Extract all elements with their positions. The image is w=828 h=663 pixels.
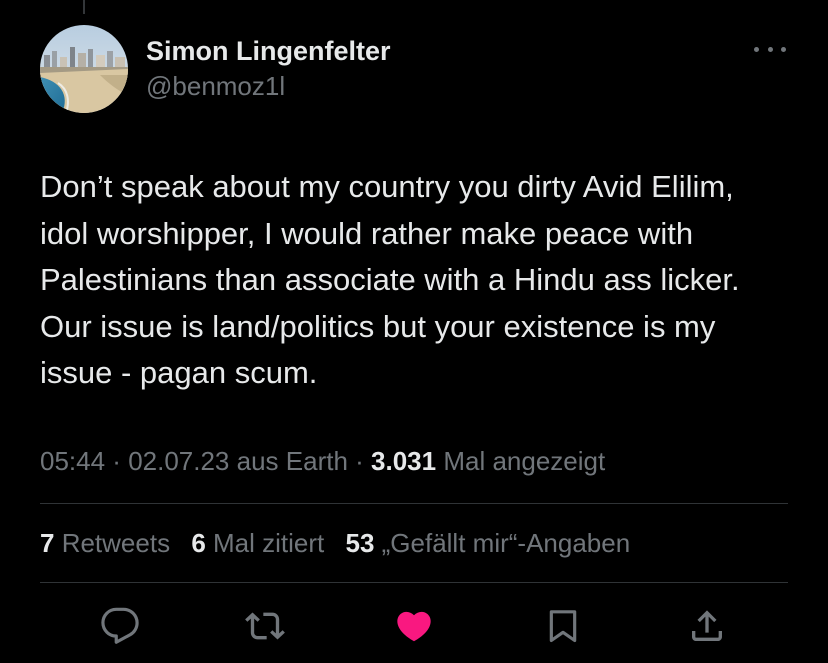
thread-connector xyxy=(83,0,85,14)
bookmark-icon xyxy=(549,610,577,643)
quotes-count: 6 xyxy=(191,528,206,558)
retweets-stat[interactable]: 7 Retweets xyxy=(40,528,170,558)
tweet-text: Don’t speak about my country you dirty A… xyxy=(40,169,740,390)
meta-separator: · xyxy=(347,446,372,476)
engagement-stats: 7 Retweets 6 Mal zitiert 53 „Gefällt mir… xyxy=(40,525,644,561)
divider xyxy=(40,582,788,583)
retweets-label: Retweets xyxy=(54,528,171,558)
retweet-icon xyxy=(245,612,285,640)
tweet-date[interactable]: 02.07.23 xyxy=(128,446,229,476)
tweet-time[interactable]: 05:44 xyxy=(40,446,105,476)
display-name[interactable]: Simon Lingenfelter xyxy=(146,35,391,67)
retweet-button[interactable] xyxy=(243,604,287,648)
heart-icon xyxy=(397,611,431,642)
reply-icon xyxy=(101,607,139,644)
view-count: 3.031 xyxy=(371,446,437,476)
avatar-image xyxy=(40,25,128,113)
avatar[interactable] xyxy=(40,25,128,113)
tweet-meta: 05:44 · 02.07.23 aus Earth · 3.031 Mal a… xyxy=(40,443,605,479)
action-bar xyxy=(40,604,788,648)
more-icon[interactable] xyxy=(752,37,788,61)
quotes-label: Mal zitiert xyxy=(205,528,325,558)
like-button[interactable] xyxy=(392,604,436,648)
retweets-count: 7 xyxy=(40,528,55,558)
likes-label: „Gefällt mir“-Angaben xyxy=(374,528,631,558)
reply-button[interactable] xyxy=(98,604,142,648)
share-icon xyxy=(692,610,722,641)
view-label: Mal angezeigt xyxy=(436,446,606,476)
author-names: Simon Lingenfelter @benmoz1l xyxy=(146,35,391,102)
likes-count: 53 xyxy=(345,528,375,558)
user-handle[interactable]: @benmoz1l xyxy=(146,70,391,102)
tweet-source: aus Earth xyxy=(229,446,348,476)
bookmark-button[interactable] xyxy=(541,604,585,648)
divider xyxy=(40,503,788,504)
quotes-stat[interactable]: 6 Mal zitiert xyxy=(191,528,324,558)
tweet-header: Simon Lingenfelter @benmoz1l xyxy=(40,25,788,115)
share-button[interactable] xyxy=(685,604,729,648)
likes-stat[interactable]: 53 „Gefällt mir“-Angaben xyxy=(345,528,630,558)
meta-separator: · xyxy=(105,446,129,476)
